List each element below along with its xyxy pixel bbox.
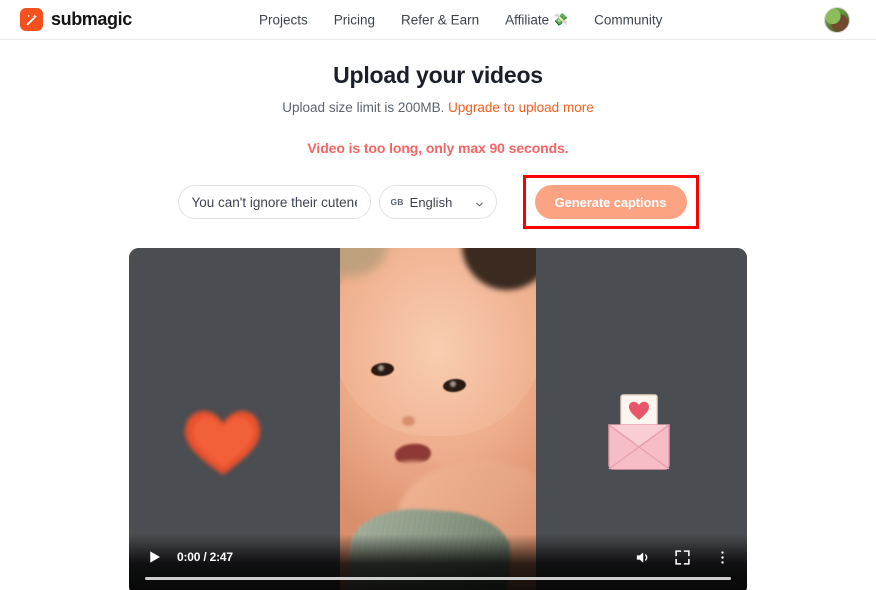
kebab-menu-icon[interactable] [714, 549, 731, 566]
video-control-bar: 0:00 / 2:47 [129, 544, 747, 570]
video-content-eye-highlight-right [450, 381, 456, 387]
brand-name: submagic [51, 9, 132, 29]
upload-limit-label: Upload size limit is 200MB. [282, 100, 445, 115]
upload-limit-text: Upload size limit is 200MB. Upgrade to u… [282, 100, 593, 115]
nav-item-community[interactable]: Community [594, 12, 662, 27]
nav-label-refer-and-earn: Refer & Earn [401, 12, 480, 27]
video-control-right-group [634, 549, 731, 566]
chevron-down-icon [474, 197, 485, 208]
money-with-wings-icon: 💸 [553, 12, 569, 27]
upload-page: Upload your videos Upload size limit is … [0, 40, 876, 590]
video-progress-bar[interactable] [145, 577, 731, 580]
volume-icon[interactable] [634, 549, 651, 566]
brand-logo-link[interactable]: submagic [20, 8, 132, 31]
play-icon[interactable] [145, 548, 163, 566]
generate-captions-highlight: Generate captions [522, 175, 699, 229]
video-content-eye-highlight-left [378, 365, 384, 371]
nav-label-pricing: Pricing [333, 12, 376, 27]
flag-gb-icon: GB [390, 197, 404, 207]
video-content-nose [402, 416, 415, 426]
generate-captions-button[interactable]: Generate captions [534, 185, 687, 219]
user-avatar[interactable] [824, 6, 850, 33]
video-title-input[interactable] [177, 185, 371, 219]
page-title: Upload your videos [333, 62, 543, 88]
video-frame [340, 248, 536, 590]
nav-item-pricing[interactable]: Pricing [334, 12, 375, 27]
language-label: English [409, 194, 453, 210]
love-letter-sticker [601, 391, 677, 475]
nav-label-affiliate: Affiliate [505, 12, 550, 27]
nav-label-community: Community [594, 12, 663, 27]
nav-item-affiliate[interactable]: Affiliate 💸 [505, 12, 568, 27]
heart-sticker [181, 405, 265, 479]
nav-label-projects: Projects [259, 12, 308, 27]
magic-wand-icon [20, 8, 43, 31]
error-message: Video is too long, only max 90 seconds. [307, 140, 569, 156]
video-time-display: 0:00 / 2:47 [177, 550, 233, 564]
nav-item-projects[interactable]: Projects [259, 12, 308, 27]
language-select[interactable]: GB English [378, 185, 497, 219]
upload-controls-row: GB English Generate captions [177, 175, 699, 229]
video-player[interactable]: 0:00 / 2:47 [129, 248, 747, 590]
top-navbar: submagic Projects Pricing Refer & Earn A… [0, 0, 876, 40]
main-nav: Projects Pricing Refer & Earn Affiliate … [259, 12, 662, 27]
nav-item-refer-and-earn[interactable]: Refer & Earn [401, 12, 479, 27]
fullscreen-icon[interactable] [674, 549, 691, 566]
upgrade-link[interactable]: Upgrade to upload more [448, 100, 594, 115]
